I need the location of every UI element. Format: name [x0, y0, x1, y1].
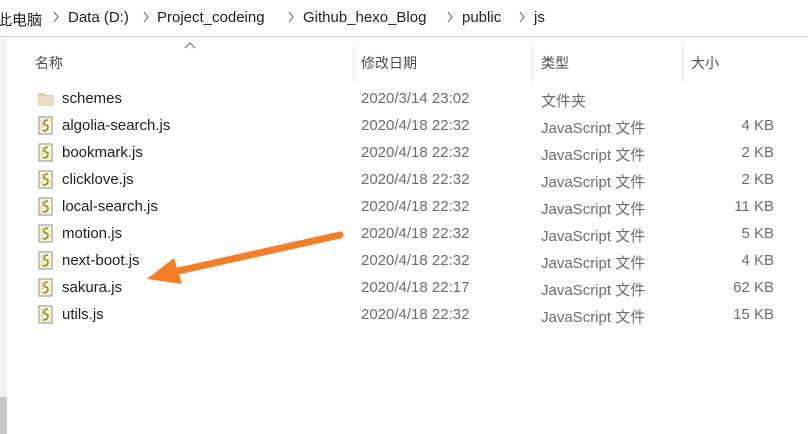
- file-size: 15 KB: [733, 306, 774, 323]
- breadcrumb-public[interactable]: public: [462, 9, 501, 26]
- file-size: 4 KB: [741, 117, 774, 134]
- js-file-icon: [38, 143, 53, 162]
- file-date: 2020/4/18 22:32: [361, 144, 470, 161]
- breadcrumb-js[interactable]: js: [534, 9, 545, 26]
- file-type: JavaScript 文件: [541, 120, 646, 137]
- js-file-icon: [38, 197, 53, 216]
- file-type: JavaScript 文件: [541, 255, 646, 272]
- file-name: schemes: [62, 90, 123, 107]
- chevron-right-icon[interactable]: [142, 9, 150, 25]
- chevron-right-icon[interactable]: [446, 9, 454, 25]
- column-header-type[interactable]: 类型: [541, 37, 682, 85]
- folder-icon: [38, 93, 54, 106]
- file-row-sakura[interactable]: sakura.js 2020/4/18 22:17 JavaScript 文件 …: [35, 274, 790, 301]
- file-name: sakura.js: [62, 279, 123, 296]
- file-size: 2 KB: [741, 171, 774, 188]
- file-date: 2020/4/18 22:32: [361, 117, 470, 134]
- file-type: 文件夹: [541, 93, 587, 110]
- breadcrumb-project-codeing[interactable]: Project_codeing: [157, 9, 265, 26]
- file-date: 2020/4/18 22:32: [361, 171, 470, 188]
- js-file-icon: [38, 170, 53, 189]
- file-row-bookmark[interactable]: bookmark.js 2020/4/18 22:32 JavaScript 文…: [35, 139, 790, 166]
- column-header-size[interactable]: 大小: [691, 37, 801, 85]
- file-name: local-search.js: [62, 198, 158, 215]
- file-row-next-boot[interactable]: next-boot.js 2020/4/18 22:32 JavaScript …: [35, 247, 790, 274]
- file-size: 62 KB: [733, 279, 774, 296]
- file-row-schemes[interactable]: schemes 2020/3/14 23:02 文件夹: [35, 85, 790, 112]
- file-type: JavaScript 文件: [541, 147, 646, 164]
- file-date: 2020/4/18 22:32: [361, 225, 470, 242]
- column-divider[interactable]: [353, 44, 354, 82]
- file-name: next-boot.js: [62, 252, 140, 269]
- chevron-right-icon[interactable]: [287, 9, 295, 25]
- file-row-motion[interactable]: motion.js 2020/4/18 22:32 JavaScript 文件 …: [35, 220, 790, 247]
- breadcrumb-this-pc[interactable]: 此电脑: [0, 9, 42, 30]
- chevron-right-icon[interactable]: [52, 9, 60, 25]
- column-header-name-label: 名称: [35, 55, 63, 71]
- breadcrumb-drive-d[interactable]: Data (D:): [68, 9, 129, 26]
- navigation-pane-edge: [0, 37, 7, 434]
- file-date: 2020/4/18 22:17: [361, 279, 470, 296]
- file-type: JavaScript 文件: [541, 282, 646, 299]
- js-file-icon: [38, 251, 53, 270]
- file-date: 2020/4/18 22:32: [361, 198, 470, 215]
- column-divider[interactable]: [682, 44, 683, 82]
- file-type: JavaScript 文件: [541, 201, 646, 218]
- file-type: JavaScript 文件: [541, 228, 646, 245]
- file-date: 2020/3/14 23:02: [361, 90, 470, 107]
- file-row-local-search[interactable]: local-search.js 2020/4/18 22:32 JavaScri…: [35, 193, 790, 220]
- file-row-utils[interactable]: utils.js 2020/4/18 22:32 JavaScript 文件 1…: [35, 301, 790, 328]
- file-name: clicklove.js: [62, 171, 134, 188]
- file-row-algolia-search[interactable]: algolia-search.js 2020/4/18 22:32 JavaSc…: [35, 112, 790, 139]
- file-size: 11 KB: [734, 198, 774, 215]
- js-file-icon: [38, 116, 53, 135]
- chevron-right-icon[interactable]: [518, 9, 526, 25]
- column-header-size-label: 大小: [691, 55, 719, 71]
- column-header-date[interactable]: 修改日期: [361, 37, 532, 85]
- js-file-icon: [38, 305, 53, 324]
- file-size: 2 KB: [741, 144, 774, 161]
- file-date: 2020/4/18 22:32: [361, 306, 470, 323]
- file-name: utils.js: [62, 306, 104, 323]
- file-name: bookmark.js: [62, 144, 143, 161]
- column-header-date-label: 修改日期: [361, 55, 417, 71]
- file-name: motion.js: [62, 225, 123, 242]
- file-type: JavaScript 文件: [541, 309, 646, 326]
- column-header-type-label: 类型: [541, 55, 569, 71]
- js-file-icon: [38, 278, 53, 297]
- file-row-clicklove[interactable]: clicklove.js 2020/4/18 22:32 JavaScript …: [35, 166, 790, 193]
- address-bar[interactable]: 此电脑 Data (D:) Project_codeing Github_hex…: [0, 0, 808, 37]
- file-size: 4 KB: [741, 252, 774, 269]
- scrollbar-thumb[interactable]: [0, 397, 7, 434]
- file-name: algolia-search.js: [62, 117, 171, 134]
- js-file-icon: [38, 224, 53, 243]
- breadcrumb-github-hexo-blog[interactable]: Github_hexo_Blog: [303, 9, 426, 26]
- file-date: 2020/4/18 22:32: [361, 252, 470, 269]
- column-header-name[interactable]: 名称: [35, 37, 353, 85]
- file-type: JavaScript 文件: [541, 174, 646, 191]
- column-divider[interactable]: [532, 44, 533, 82]
- file-size: 5 KB: [741, 225, 774, 242]
